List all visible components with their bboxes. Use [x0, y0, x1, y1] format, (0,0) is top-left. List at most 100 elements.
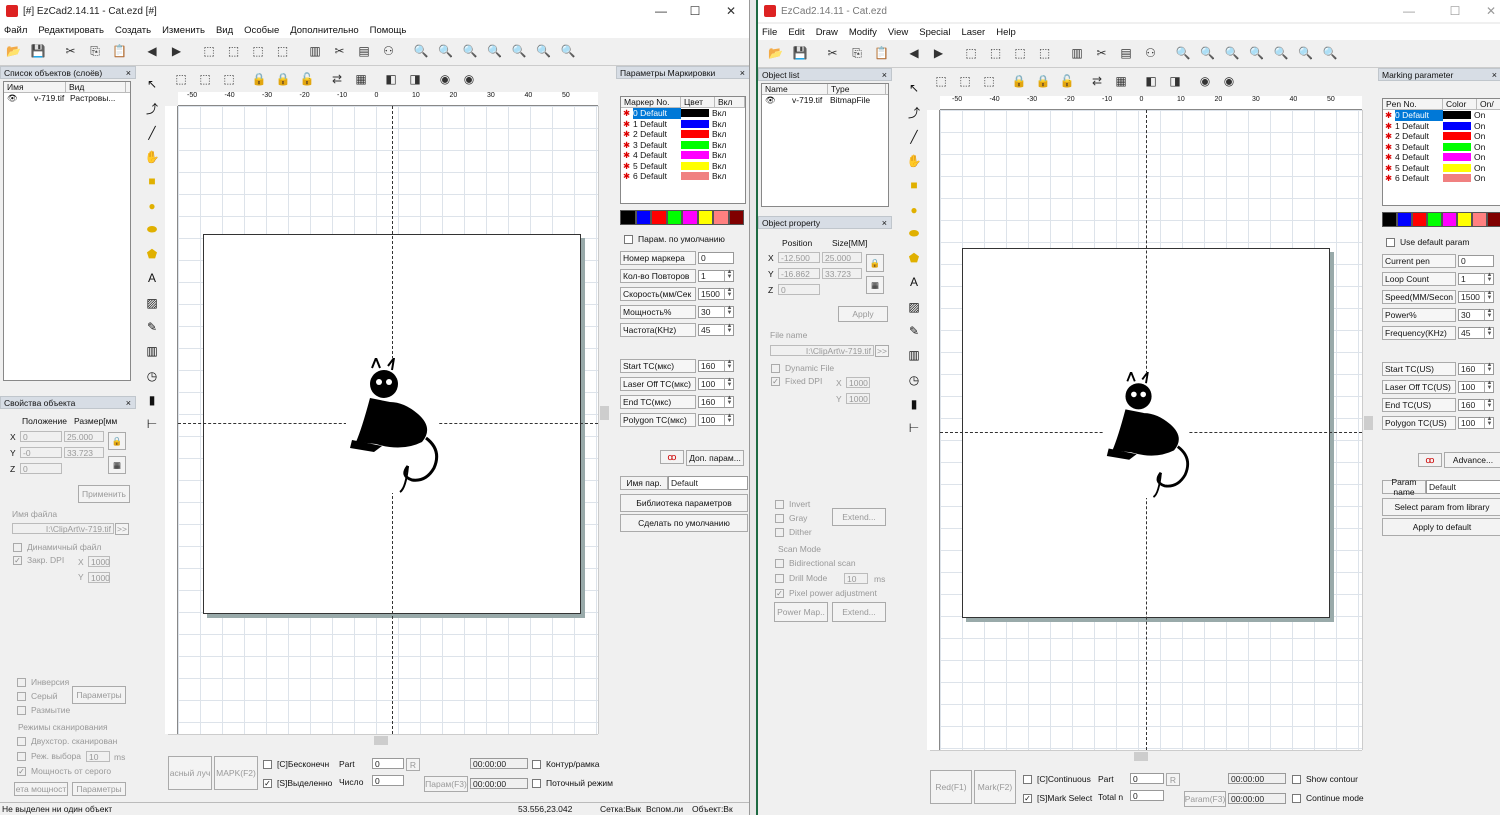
select-zoom-button[interactable]: ⬚	[196, 70, 214, 88]
bitmap-tool[interactable]: ▨	[142, 293, 162, 313]
close-icon[interactable]: ×	[126, 67, 131, 80]
scrollbar-horizontal[interactable]	[930, 750, 1362, 762]
minimize-button[interactable]: —	[1394, 2, 1424, 20]
fixed-dpi-checkbox[interactable]: ✓	[13, 556, 22, 565]
grid-button[interactable]: ⬚	[980, 72, 998, 90]
menu-item[interactable]: Изменить	[162, 25, 205, 36]
pen-row[interactable]: ✱ 6 Default Вкл	[621, 171, 745, 182]
spin-button[interactable]: ▲ ▼	[1484, 380, 1494, 392]
flow-checkbox[interactable]	[532, 779, 541, 788]
lock-ratio-button[interactable]: 🔒	[108, 432, 126, 450]
dither-checkbox[interactable]	[775, 528, 784, 537]
palette-swatch[interactable]	[697, 210, 713, 225]
show-button[interactable]: ◉	[1220, 72, 1238, 90]
palette-swatch[interactable]	[651, 210, 667, 225]
dpi-y-input[interactable]: 1000	[846, 393, 870, 404]
cat-bitmap[interactable]	[342, 358, 442, 493]
cut-button[interactable]: ✂	[824, 44, 842, 62]
spin-button[interactable]: ▲ ▼	[1484, 290, 1494, 302]
menu-item[interactable]: Редактировать	[38, 25, 104, 36]
hide-button[interactable]: ◉	[436, 70, 454, 88]
move-button[interactable]: ⬚	[1011, 44, 1029, 62]
rectangle-tool[interactable]: ■	[142, 171, 162, 191]
menu-item[interactable]: Laser	[961, 27, 985, 38]
delay-tool[interactable]: ⊢	[904, 418, 924, 438]
close-icon[interactable]: ×	[126, 397, 131, 410]
close-icon[interactable]: ×	[882, 69, 887, 82]
menu-item[interactable]: Draw	[816, 27, 838, 38]
drill-input[interactable]: 10	[844, 573, 868, 584]
select-all-button[interactable]: ⬚	[932, 72, 950, 90]
pen-row[interactable]: ✱ 3 Default Вкл	[621, 140, 745, 151]
palette-swatch[interactable]	[666, 210, 682, 225]
size-y-input[interactable]: 33.723	[822, 268, 862, 279]
dpi-y-input[interactable]: 1000	[88, 572, 110, 583]
pixel-power-checkbox[interactable]: ✓	[17, 767, 26, 776]
lock-button[interactable]: 🔒	[274, 70, 292, 88]
col-type[interactable]: Type	[828, 84, 886, 94]
zoom-in-button[interactable]: 🔍	[1199, 44, 1217, 62]
circle-tool[interactable]: ●	[142, 196, 162, 216]
apply-button[interactable]: Apply	[838, 306, 888, 322]
drawing-canvas[interactable]	[178, 106, 598, 734]
dpi-x-input[interactable]: 1000	[88, 556, 110, 567]
col-on[interactable]: On/	[1477, 99, 1500, 109]
text-tool[interactable]: A	[904, 272, 924, 292]
barcode-tool[interactable]: ▥	[142, 341, 162, 361]
polygon-tool[interactable]: ⬟	[142, 244, 162, 264]
pointer-tool[interactable]: ↖	[142, 74, 162, 94]
copy-button[interactable]: ⎘	[86, 42, 104, 60]
pos-x-input[interactable]: 0	[20, 431, 62, 442]
pen-row[interactable]: ✱ 5 Default Вкл	[621, 161, 745, 172]
color-palette[interactable]	[1382, 212, 1500, 227]
ellipse-tool[interactable]: ⬬	[142, 220, 162, 240]
anchor-button[interactable]: ▦	[866, 276, 884, 294]
palette-swatch[interactable]	[635, 210, 651, 225]
browse-button[interactable]: >>	[875, 345, 889, 357]
node-edit-tool[interactable]: ⤴	[142, 98, 162, 118]
curve-tool[interactable]: ✋	[142, 147, 162, 167]
palette-swatch[interactable]	[1472, 212, 1487, 227]
pen-row[interactable]: ✱ 3 Default On	[1383, 142, 1500, 153]
invert-checkbox[interactable]	[775, 500, 784, 509]
set-default-button[interactable]: Сделать по умолчанию	[620, 514, 748, 532]
zoom-button[interactable]: 🔍	[1174, 44, 1192, 62]
menu-item[interactable]: Special	[919, 27, 950, 38]
node-button[interactable]: ⬚	[225, 42, 243, 60]
pos-z-input[interactable]: 0	[20, 463, 62, 474]
param-library-button[interactable]: Select param from library	[1382, 498, 1500, 516]
size-x-input[interactable]: 25.000	[822, 252, 862, 263]
menu-item[interactable]: Создать	[115, 25, 151, 36]
contour-checkbox[interactable]	[532, 760, 541, 769]
flow-checkbox[interactable]	[1292, 794, 1301, 803]
browse-button[interactable]: >>	[115, 523, 129, 535]
continuous-checkbox[interactable]	[263, 760, 272, 769]
menu-item[interactable]: Особые	[244, 25, 279, 36]
power-map-button[interactable]: ета мощност	[14, 782, 68, 796]
menu-item[interactable]: Help	[996, 27, 1016, 38]
apply-button[interactable]: Применить	[78, 485, 130, 503]
maximize-button[interactable]: ☐	[680, 2, 710, 20]
scrollbar-vertical[interactable]	[598, 106, 610, 734]
timer-tool[interactable]: ◷	[142, 366, 162, 386]
zoom-all-button[interactable]: 🔍	[1272, 44, 1290, 62]
rotate-button[interactable]: ⬚	[1036, 44, 1054, 62]
dynamic-file-checkbox[interactable]	[771, 364, 780, 373]
palette-swatch[interactable]	[1397, 212, 1412, 227]
pen-list[interactable]: Маркер No. Цвет Вкл ✱ 0 Default Вкл ✱ 1 Defaul…	[620, 96, 746, 204]
col-name[interactable]: Name	[762, 84, 828, 94]
zoom-in-button[interactable]: 🔍	[437, 42, 455, 60]
select-zoom-button[interactable]: ⬚	[956, 72, 974, 90]
bidir-checkbox[interactable]	[775, 559, 784, 568]
mark-button[interactable]: Mark(F2)	[974, 770, 1016, 804]
line-tool[interactable]: ╱	[904, 127, 924, 147]
pos-z-input[interactable]: 0	[778, 284, 820, 295]
spin-button[interactable]: ▲ ▼	[1484, 272, 1494, 284]
drill-input[interactable]: 10	[86, 751, 110, 762]
zoom-page-button[interactable]: 🔍	[559, 42, 577, 60]
eye-icon[interactable]: 👁	[762, 95, 792, 106]
cut-button[interactable]: ✂	[62, 42, 80, 60]
zoom-sel-button[interactable]: 🔍	[1297, 44, 1315, 62]
fixed-dpi-checkbox[interactable]: ✓	[771, 377, 780, 386]
object-list[interactable]: Name Type 👁 v-719.tif BitmapFile	[761, 83, 889, 207]
